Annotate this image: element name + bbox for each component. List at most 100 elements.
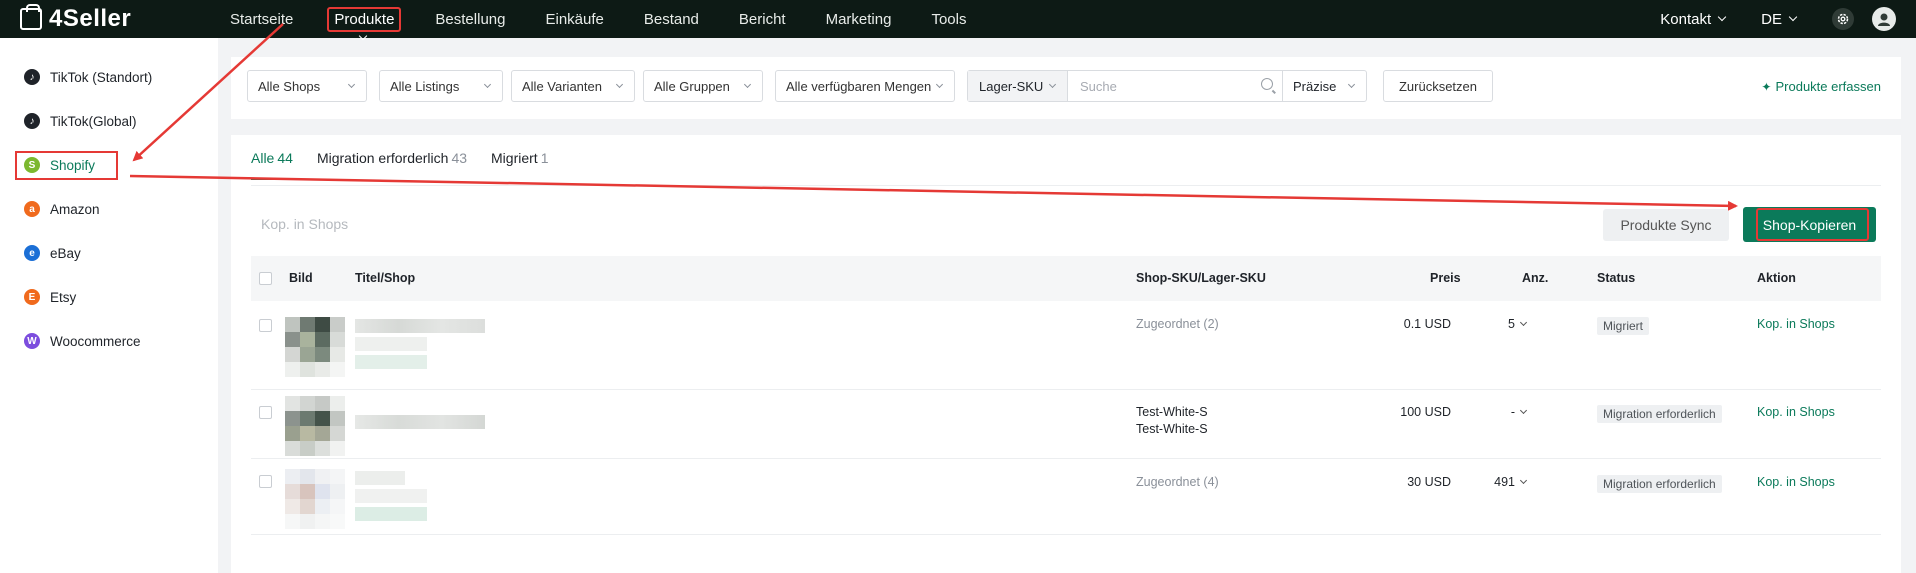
blurred-product-title[interactable] <box>355 319 485 333</box>
reset-button[interactable]: Zurücksetzen <box>1383 70 1493 102</box>
blurred-product-title[interactable] <box>355 415 485 429</box>
nav-item-tools[interactable]: Tools <box>925 7 972 32</box>
listings-select[interactable]: Alle Listings <box>379 70 503 102</box>
language-menu[interactable]: DE <box>1761 10 1798 28</box>
logo-bag-icon <box>20 4 42 30</box>
contact-menu[interactable]: Kontakt <box>1660 10 1727 28</box>
variants-select[interactable]: Alle Varianten <box>511 70 635 102</box>
nav-item-marketing[interactable]: Marketing <box>820 7 898 32</box>
row-checkbox[interactable] <box>259 475 272 488</box>
status-badge: Migration erforderlich <box>1597 475 1722 493</box>
row-checkbox[interactable] <box>259 406 272 419</box>
status-cell: Migration erforderlich <box>1597 405 1722 423</box>
blurred-shop-name <box>355 337 427 351</box>
quantities-select[interactable]: Alle verfügbaren Mengen <box>775 70 955 102</box>
quantities-select-value: Alle verfügbaren Mengen <box>786 78 932 94</box>
sidebar-item-label: eBay <box>50 245 81 261</box>
qty-dropdown[interactable]: 5 <box>1466 317 1528 331</box>
tabs-divider <box>251 185 1881 186</box>
tiktok-icon: ♪ <box>24 113 40 129</box>
tab-label: Migration erforderlich <box>316 150 449 166</box>
qty-value: - <box>1510 405 1515 419</box>
tab-migrated[interactable]: Migriert 1 <box>491 150 548 180</box>
tab-count: 1 <box>540 150 549 166</box>
qty-value: 491 <box>1494 475 1515 489</box>
qty-value: 5 <box>1508 317 1515 331</box>
bulk-copy-to-shops-button[interactable]: Kop. in Shops <box>261 216 348 232</box>
contact-label: Kontakt <box>1660 10 1712 28</box>
search-field-value: Lager-SKU <box>979 78 1044 94</box>
nav-item-produkte[interactable]: Produkte <box>327 6 402 32</box>
sku-mapped[interactable]: Zugeordnet (2) <box>1136 317 1219 331</box>
search-input[interactable] <box>1068 71 1282 101</box>
status-badge: Migration erforderlich <box>1597 405 1722 423</box>
chevron-down-icon <box>483 80 492 89</box>
blurred-product-title[interactable] <box>355 471 405 485</box>
nav-item-einkaeufe[interactable]: Einkäufe <box>539 7 609 32</box>
sidebar-item-amazon[interactable]: a Amazon <box>24 201 100 217</box>
chevron-down-icon <box>1519 318 1528 327</box>
chevron-down-icon <box>1347 80 1356 89</box>
price-value: 30 USD <box>1407 475 1451 489</box>
tab-count: 43 <box>451 150 468 166</box>
chevron-down-icon <box>1048 80 1057 89</box>
chevron-down-icon <box>1519 476 1528 485</box>
price-value: 100 USD <box>1400 405 1451 419</box>
products-panel: Alle 44 Migration erforderlich 43 Migriert… <box>231 135 1901 573</box>
ebay-icon: e <box>24 245 40 261</box>
product-thumbnail[interactable] <box>285 469 345 529</box>
search-icon[interactable] <box>1261 78 1273 90</box>
qty-dropdown[interactable]: - <box>1466 405 1528 419</box>
filter-bar: Alle Shops Alle Listings Alle Varianten … <box>231 57 1901 119</box>
sidebar-item-tiktok-standort[interactable]: ♪ TikTok (Standort) <box>24 69 152 85</box>
add-products-link[interactable]: ✦ Produkte erfassen <box>1761 79 1881 94</box>
product-thumbnail[interactable] <box>285 317 345 377</box>
shops-select[interactable]: Alle Shops <box>247 70 367 102</box>
language-label: DE <box>1761 10 1782 28</box>
sparkle-plus-icon: ✦ <box>1761 79 1772 94</box>
match-mode-select[interactable]: Präzise <box>1282 71 1366 101</box>
tab-all[interactable]: Alle 44 <box>251 150 293 180</box>
brand-logo[interactable]: 4Seller <box>20 4 200 33</box>
status-cell: Migriert <box>1597 317 1650 335</box>
nav-item-bestellung[interactable]: Bestellung <box>429 7 511 32</box>
chevron-down-icon <box>1519 406 1528 415</box>
blurred-shop-tag <box>355 355 427 369</box>
select-all-checkbox[interactable] <box>259 272 272 285</box>
brand-name: 4Seller <box>49 5 132 32</box>
topbar-right: Kontakt DE <box>1660 0 1896 38</box>
sidebar-item-tiktok-global[interactable]: ♪ TikTok(Global) <box>24 113 137 129</box>
sidebar-item-ebay[interactable]: e eBay <box>24 245 81 261</box>
col-title: Titel/Shop <box>355 271 416 285</box>
sync-products-button[interactable]: Produkte Sync <box>1603 209 1729 241</box>
tab-label: Migriert <box>491 150 538 166</box>
copy-to-shops-link[interactable]: Kop. in Shops <box>1757 405 1835 419</box>
avatar[interactable] <box>1872 7 1896 31</box>
sidebar-item-etsy[interactable]: E Etsy <box>24 289 76 305</box>
sidebar-item-label: Woocommerce <box>50 333 141 349</box>
woocommerce-icon: W <box>24 333 40 349</box>
groups-select[interactable]: Alle Gruppen <box>643 70 763 102</box>
main-nav: Startseite Produkte Bestellung Einkäufe … <box>224 6 1000 32</box>
search-field-select[interactable]: Lager-SKU <box>968 71 1068 101</box>
col-sku: Shop-SKU/Lager-SKU <box>1136 271 1266 285</box>
row-checkbox[interactable] <box>259 319 272 332</box>
copy-to-shops-link[interactable]: Kop. in Shops <box>1757 317 1835 331</box>
table-row: Zugeordnet (2) 0.1 USD 5 Migriert Kop. i… <box>251 301 1881 390</box>
tab-migration-required[interactable]: Migration erforderlich 43 <box>317 150 467 180</box>
chevron-down-icon <box>743 80 752 89</box>
chevron-down-icon <box>347 80 356 89</box>
nav-item-bestand[interactable]: Bestand <box>638 7 705 32</box>
sku-mapped[interactable]: Zugeordnet (4) <box>1136 475 1219 489</box>
sidebar-item-woocommerce[interactable]: W Woocommerce <box>24 333 141 349</box>
product-thumbnail[interactable] <box>285 396 345 456</box>
nav-item-bericht[interactable]: Bericht <box>733 7 792 32</box>
col-price: Preis <box>1430 271 1461 285</box>
qty-dropdown[interactable]: 491 <box>1466 475 1528 489</box>
copy-to-shops-link[interactable]: Kop. in Shops <box>1757 475 1835 489</box>
gear-icon[interactable] <box>1832 8 1854 30</box>
nav-item-startseite[interactable]: Startseite <box>224 7 299 32</box>
etsy-icon: E <box>24 289 40 305</box>
table-row: Test-White-S Test-White-S 100 USD - Migr… <box>251 390 1881 459</box>
status-badge: Migriert <box>1597 317 1650 335</box>
